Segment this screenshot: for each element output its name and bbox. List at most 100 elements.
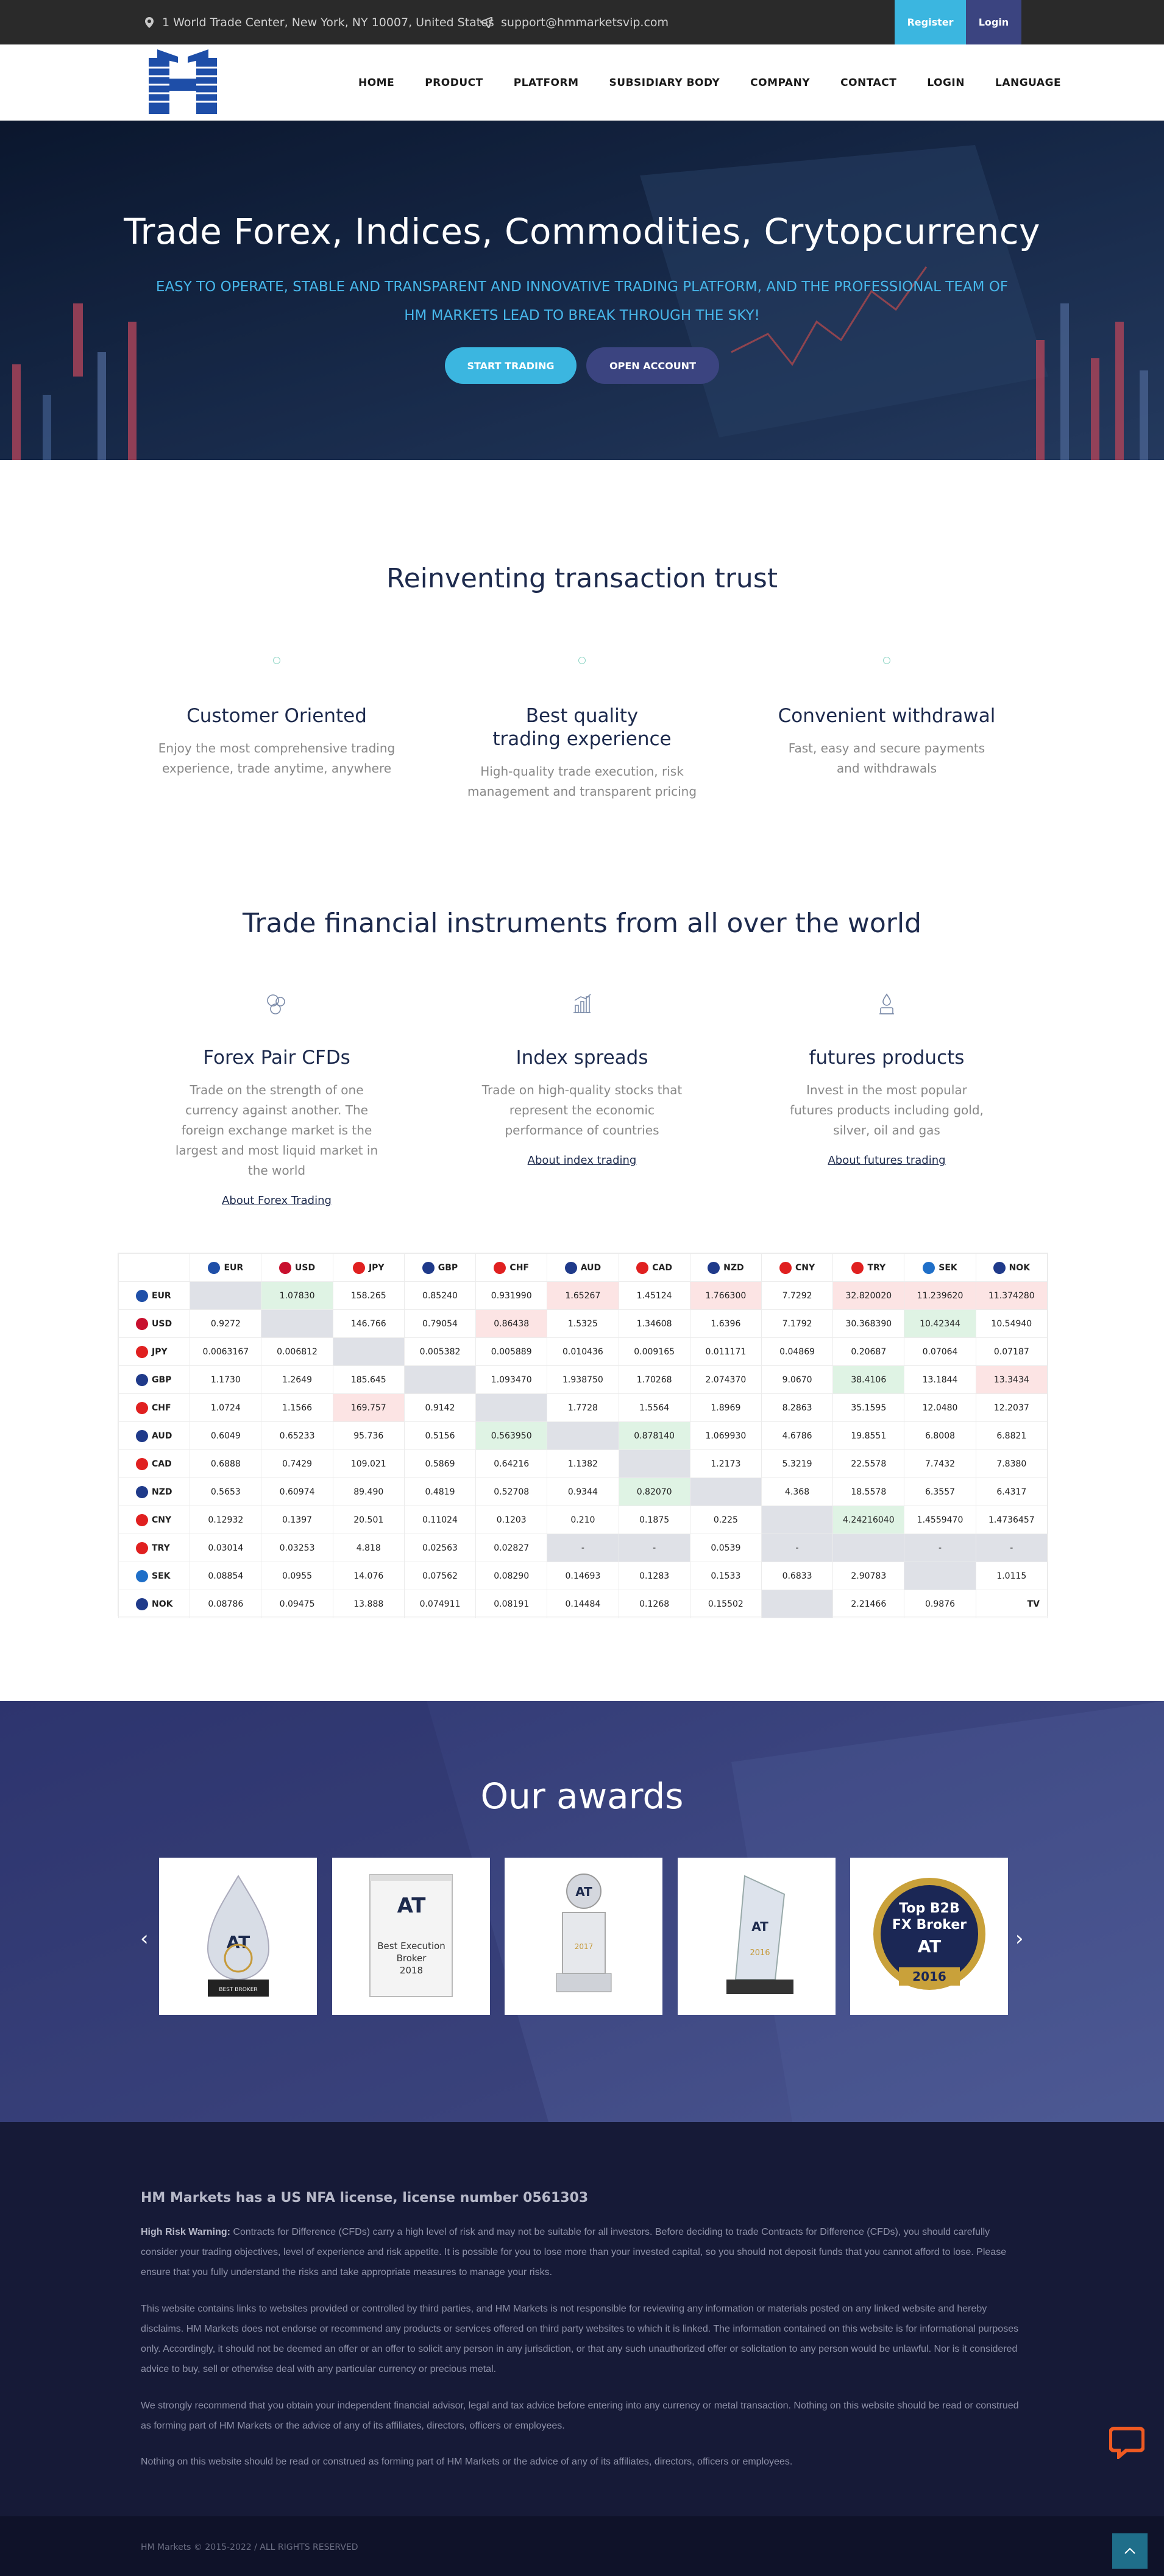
rate-cell[interactable]: 0.15502 — [689, 1590, 762, 1618]
email-text[interactable]: support@hmmarketsvip.com — [501, 16, 669, 29]
rate-cell[interactable]: 13.1844 — [904, 1365, 976, 1394]
rate-cell[interactable]: 0.005382 — [403, 1337, 477, 1366]
rate-cell[interactable]: 32.820020 — [832, 1281, 905, 1310]
rate-cell[interactable]: 1.938750 — [547, 1365, 619, 1394]
nav-language[interactable]: LANGUAGE — [995, 77, 1061, 89]
rate-cell[interactable]: 0.5653 — [190, 1477, 262, 1506]
rate-cell[interactable]: 0.005889 — [475, 1337, 548, 1366]
rate-cell[interactable]: 1.2173 — [689, 1449, 762, 1478]
rate-cell[interactable]: 11.239620 — [904, 1281, 976, 1310]
rate-cell[interactable]: - — [904, 1534, 976, 1562]
rate-cell[interactable]: 0.14693 — [547, 1562, 619, 1590]
rate-cell[interactable]: 185.645 — [332, 1365, 405, 1394]
rate-cell[interactable]: 2.90783 — [832, 1562, 905, 1590]
back-to-top-button[interactable] — [1112, 2533, 1148, 2569]
row-header-eur[interactable]: EUR — [118, 1281, 191, 1310]
rate-cell[interactable]: 0.9272 — [190, 1309, 262, 1338]
rate-cell[interactable]: 0.65233 — [261, 1421, 333, 1450]
rate-cell[interactable] — [689, 1477, 762, 1506]
rate-cell[interactable]: - — [547, 1534, 619, 1562]
rate-cell[interactable] — [904, 1562, 976, 1590]
column-header-cad[interactable]: CAD — [618, 1253, 690, 1282]
row-header-cad[interactable]: CAD — [118, 1449, 191, 1478]
rate-cell[interactable]: 0.1203 — [475, 1506, 548, 1534]
row-header-sek[interactable]: SEK — [118, 1562, 191, 1590]
rate-cell[interactable]: 7.7432 — [904, 1449, 976, 1478]
rate-cell[interactable]: 0.011171 — [689, 1337, 762, 1366]
rate-cell[interactable]: 0.878140 — [618, 1421, 690, 1450]
carousel-prev-arrow[interactable]: ‹ — [140, 1927, 149, 1951]
rate-cell[interactable]: 0.0955 — [261, 1562, 333, 1590]
rate-cell[interactable]: 11.374280 — [975, 1281, 1048, 1310]
rate-cell[interactable]: 0.931990 — [475, 1281, 548, 1310]
rate-cell[interactable]: 1.70268 — [618, 1365, 690, 1394]
rate-cell[interactable]: 6.8008 — [904, 1421, 976, 1450]
rate-cell[interactable]: 22.5578 — [832, 1449, 905, 1478]
rate-cell[interactable]: 1.4559470 — [904, 1506, 976, 1534]
rate-cell[interactable] — [547, 1421, 619, 1450]
rate-cell[interactable]: 0.02563 — [403, 1534, 477, 1562]
rate-cell[interactable]: 0.9344 — [547, 1477, 619, 1506]
rate-cell[interactable]: 4.6786 — [761, 1421, 834, 1450]
rate-cell[interactable]: 0.1533 — [689, 1562, 762, 1590]
award-card[interactable]: AT Best Execution Broker 2018 — [332, 1858, 490, 2015]
rate-cell[interactable]: 4.368 — [761, 1477, 834, 1506]
rate-cell[interactable]: 0.7429 — [261, 1449, 333, 1478]
column-header-gbp[interactable]: GBP — [403, 1253, 477, 1282]
row-header-nzd[interactable]: NZD — [118, 1477, 191, 1506]
rate-cell[interactable]: 0.12932 — [190, 1506, 262, 1534]
row-header-cny[interactable]: CNY — [118, 1506, 191, 1534]
rate-cell[interactable]: 1.6396 — [689, 1309, 762, 1338]
rate-cell[interactable]: 35.1595 — [832, 1393, 905, 1422]
column-header-usd[interactable]: USD — [261, 1253, 333, 1282]
nav-platform[interactable]: PLATFORM — [514, 77, 579, 89]
row-header-gbp[interactable]: GBP — [118, 1365, 191, 1394]
rate-cell[interactable]: 0.82070 — [618, 1477, 690, 1506]
about-forex-link[interactable]: About Forex Trading — [222, 1194, 332, 1207]
column-header-nzd[interactable]: NZD — [689, 1253, 762, 1282]
rate-cell[interactable]: 1.45124 — [618, 1281, 690, 1310]
rate-cell[interactable]: 0.60974 — [261, 1477, 333, 1506]
rate-cell[interactable]: 0.04869 — [761, 1337, 834, 1366]
column-header-eur[interactable]: EUR — [190, 1253, 262, 1282]
login-button[interactable]: Login — [966, 0, 1021, 44]
rate-cell[interactable]: 2.074370 — [689, 1365, 762, 1394]
rate-cell[interactable]: 0.02827 — [475, 1534, 548, 1562]
rate-cell[interactable] — [832, 1534, 905, 1562]
rate-cell[interactable]: 13.888 — [332, 1590, 405, 1618]
rate-cell[interactable]: 1.0115 — [975, 1562, 1048, 1590]
rate-cell[interactable]: 0.07562 — [403, 1562, 477, 1590]
nav-company[interactable]: COMPANY — [750, 77, 810, 89]
rate-cell[interactable]: 14.076 — [332, 1562, 405, 1590]
rate-cell[interactable]: 1.766300 — [689, 1281, 762, 1310]
rate-cell[interactable]: 4.818 — [332, 1534, 405, 1562]
rate-cell[interactable]: 1.2649 — [261, 1365, 333, 1394]
nav-home[interactable]: HOME — [358, 77, 394, 89]
start-trading-button[interactable]: START TRADING — [445, 347, 577, 384]
rate-cell[interactable]: 0.0063167 — [190, 1337, 262, 1366]
rate-cell[interactable]: 7.1792 — [761, 1309, 834, 1338]
rate-cell[interactable]: 0.1875 — [618, 1506, 690, 1534]
rate-cell[interactable]: 158.265 — [332, 1281, 405, 1310]
rate-cell[interactable]: 0.4819 — [403, 1477, 477, 1506]
tradingview-logo-cell[interactable]: TV — [975, 1590, 1048, 1618]
chat-icon[interactable] — [1109, 2426, 1145, 2461]
rate-cell[interactable]: 0.225 — [689, 1506, 762, 1534]
rate-cell[interactable]: 1.0724 — [190, 1393, 262, 1422]
rate-cell[interactable]: 1.5325 — [547, 1309, 619, 1338]
award-card[interactable]: AT BEST BROKER — [159, 1858, 317, 2015]
carousel-next-arrow[interactable]: › — [1015, 1927, 1024, 1951]
rate-cell[interactable]: 0.03014 — [190, 1534, 262, 1562]
row-header-jpy[interactable]: JPY — [118, 1337, 191, 1366]
rate-cell[interactable]: 0.64216 — [475, 1449, 548, 1478]
rate-cell[interactable]: 5.3219 — [761, 1449, 834, 1478]
about-index-link[interactable]: About index trading — [528, 1154, 637, 1167]
rate-cell[interactable]: 13.3434 — [975, 1365, 1048, 1394]
rate-cell[interactable]: 20.501 — [332, 1506, 405, 1534]
rate-cell[interactable]: 7.7292 — [761, 1281, 834, 1310]
rate-cell[interactable]: - — [618, 1534, 690, 1562]
column-header-jpy[interactable]: JPY — [332, 1253, 405, 1282]
rate-cell[interactable] — [261, 1309, 333, 1338]
row-header-nok[interactable]: NOK — [118, 1590, 191, 1618]
rate-cell[interactable]: 0.9876 — [904, 1590, 976, 1618]
